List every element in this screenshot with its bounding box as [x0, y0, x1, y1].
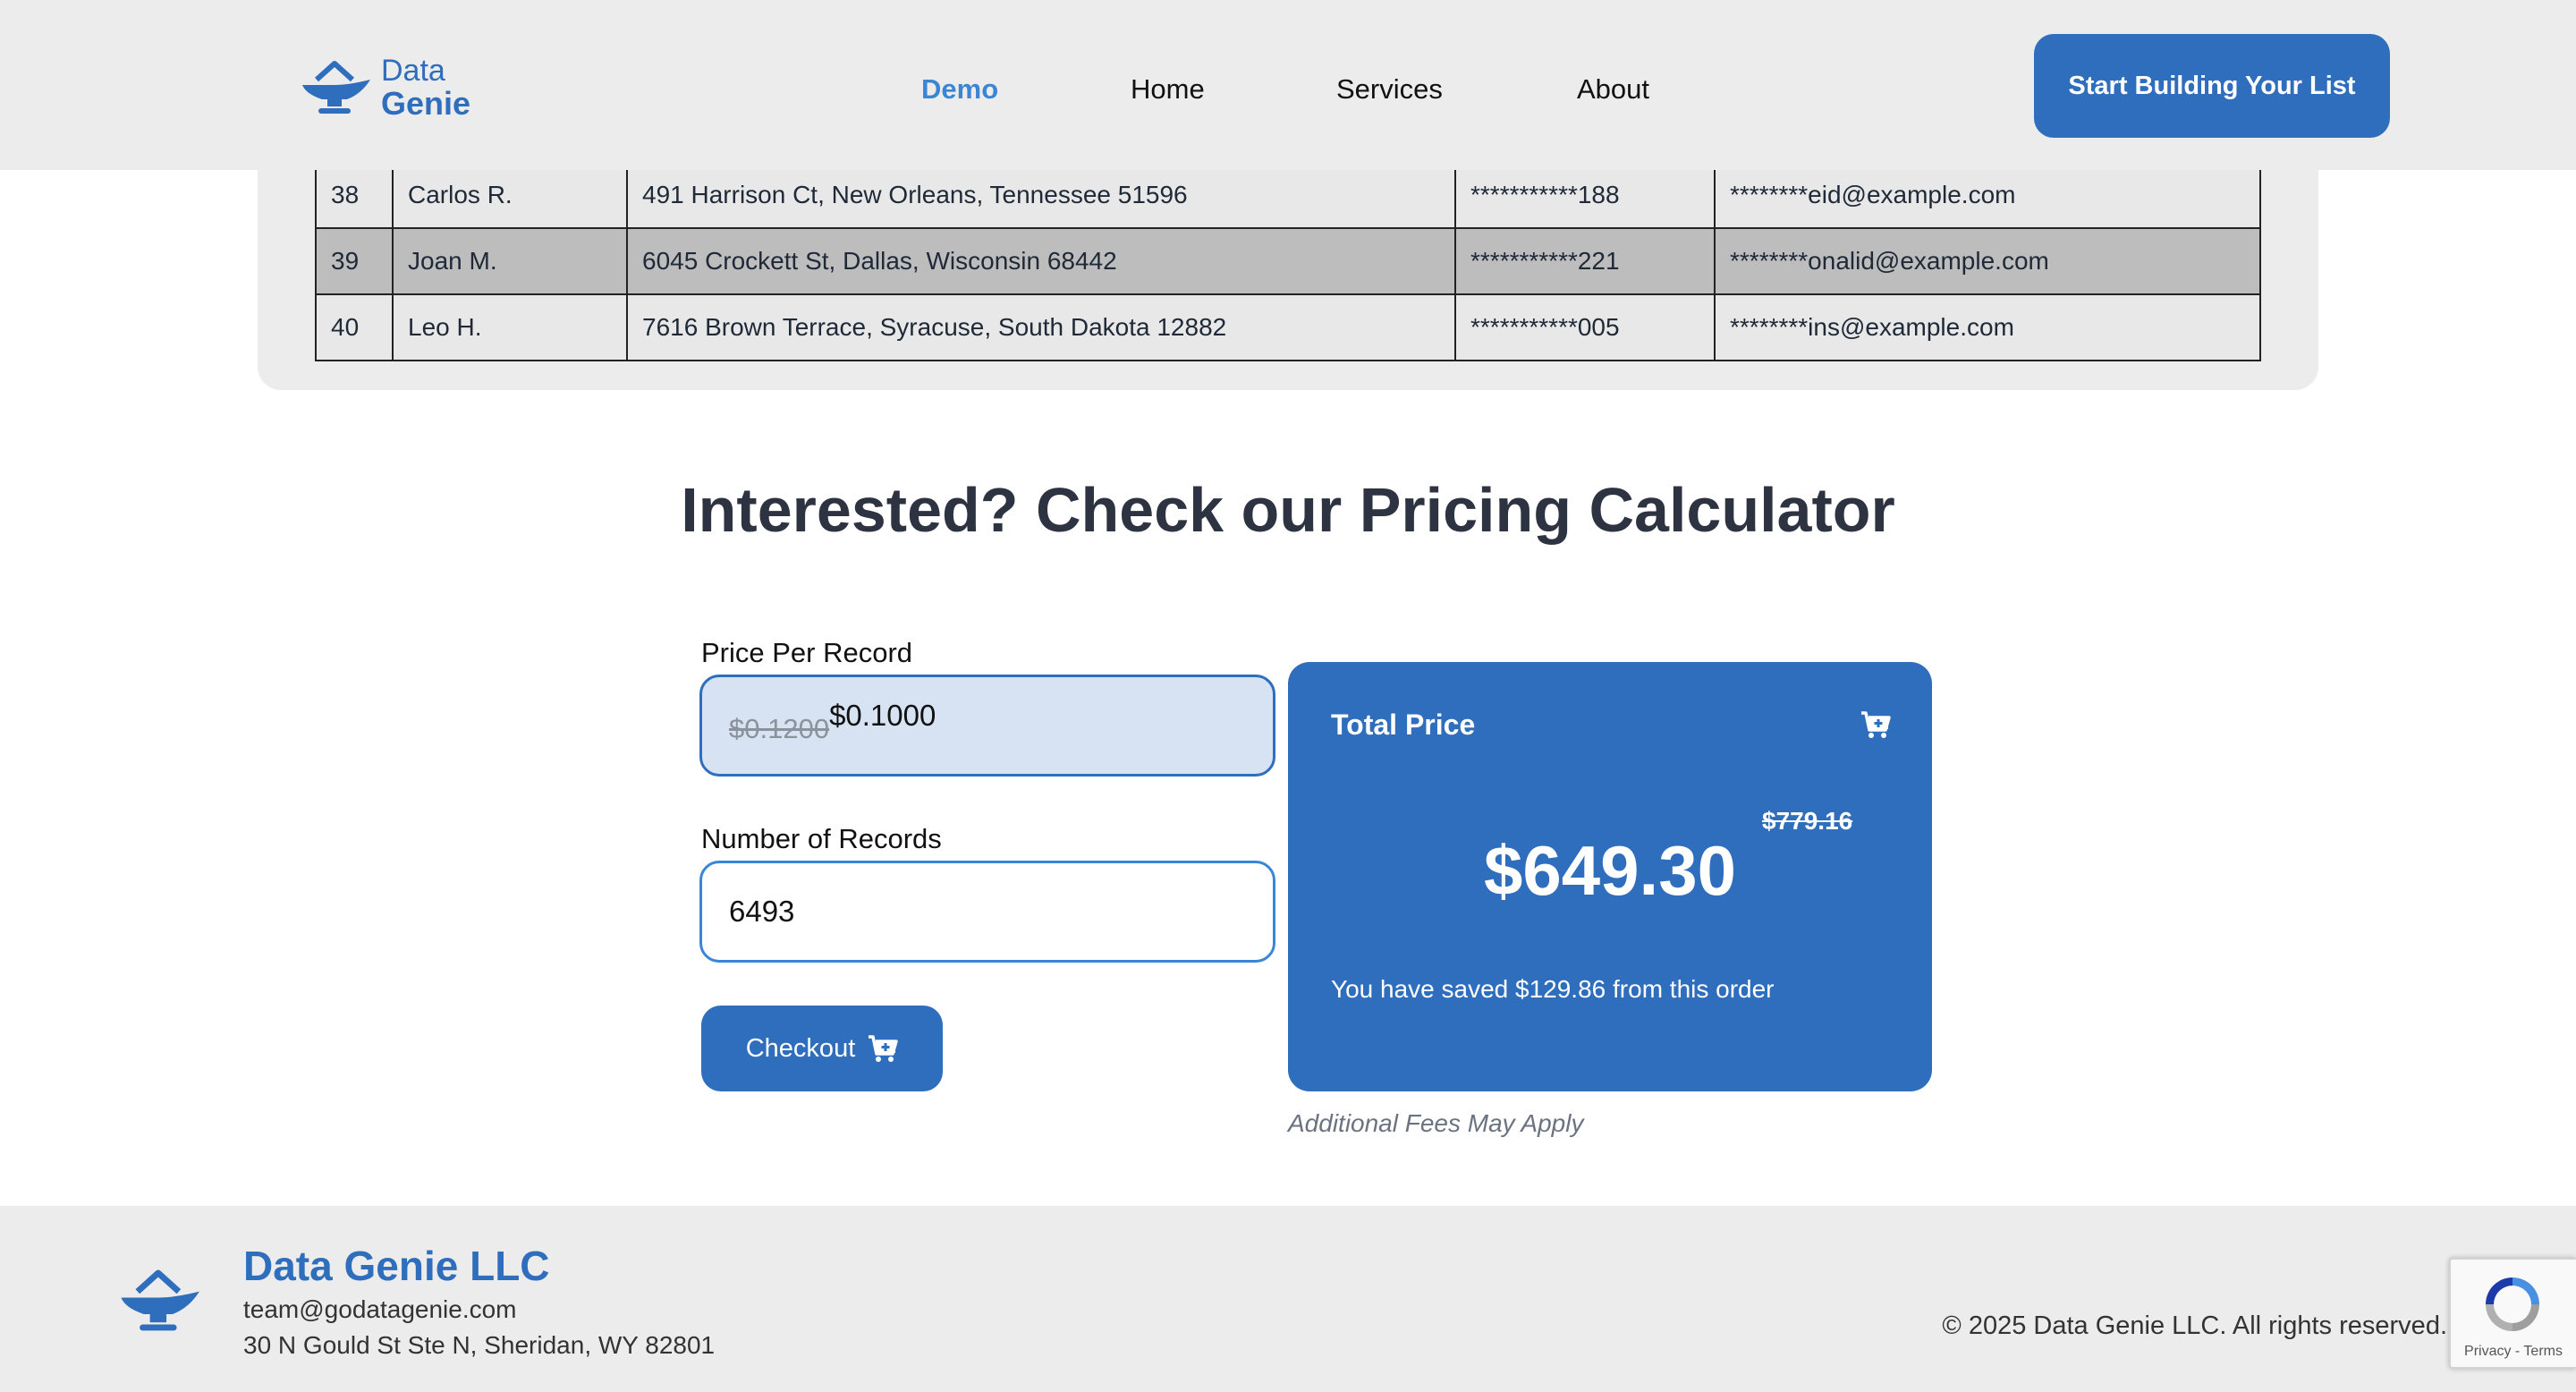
row-email-cell: ********eid@example.com [1714, 161, 2261, 229]
recaptcha-badge[interactable]: Privacy - Terms [2449, 1258, 2576, 1369]
old-price-per-record: $0.1200 [729, 713, 830, 744]
site-header: Data Genie Demo Home Services About Star… [0, 0, 2576, 170]
savings-message: You have saved $129.86 from this order [1331, 975, 1775, 1003]
nav-item-demo[interactable]: Demo [921, 73, 998, 106]
row-address-cell: 491 Harrison Ct, New Orleans, Tennessee … [626, 161, 1456, 229]
total-price-card: Total Price $779.16 $649.30 You have sav… [1288, 662, 1932, 1091]
row-id-cell: 40 [315, 293, 394, 361]
footer-email[interactable]: team@godatagenie.com [243, 1295, 517, 1324]
recaptcha-icon [2486, 1277, 2539, 1331]
row-id-cell: 39 [315, 227, 394, 295]
table-row: 38 Carlos R. 491 Harrison Ct, New Orlean… [315, 161, 2261, 229]
total-price-label: Total Price [1331, 709, 1476, 741]
footer-copyright: © 2025 Data Genie LLC. All rights reserv… [1942, 1311, 2447, 1340]
row-name-cell: Leo H. [392, 293, 628, 361]
row-phone-cell: ***********221 [1454, 227, 1716, 295]
additional-fees-note: Additional Fees May Apply [1288, 1109, 1584, 1137]
footer-address: 30 N Gould St Ste N, Sheridan, WY 82801 [243, 1331, 716, 1359]
pricing-heading: Interested? Check our Pricing Calculator [681, 475, 1895, 545]
nav-item-services[interactable]: Services [1336, 73, 1443, 106]
new-price-per-record: $0.1000 [829, 699, 936, 732]
demo-data-table: 38 Carlos R. 491 Harrison Ct, New Orlean… [315, 161, 2261, 361]
row-email-cell: ********onalid@example.com [1714, 227, 2261, 295]
price-per-record-field: $0.1200 $0.1000 [699, 675, 1275, 777]
footer-company-name: Data Genie LLC [243, 1243, 550, 1289]
row-id-cell: 38 [315, 161, 394, 229]
recaptcha-privacy-terms[interactable]: Privacy - Terms [2451, 1344, 2576, 1360]
row-phone-cell: ***********188 [1454, 161, 1716, 229]
row-address-cell: 6045 Crockett St, Dallas, Wisconsin 6844… [626, 227, 1456, 295]
row-phone-cell: ***********005 [1454, 293, 1716, 361]
nav-item-home[interactable]: Home [1131, 73, 1205, 106]
table-row: 39 Joan M. 6045 Crockett St, Dallas, Wis… [315, 227, 2261, 295]
number-of-records-label: Number of Records [701, 823, 942, 854]
demo-table-card: 38 Carlos R. 491 Harrison Ct, New Orlean… [258, 134, 2318, 390]
cart-plus-icon [869, 1035, 898, 1062]
table-row: 40 Leo H. 7616 Brown Terrace, Syracuse, … [315, 293, 2261, 361]
number-of-records-input[interactable] [699, 861, 1275, 963]
site-footer: Data Genie LLC team@godatagenie.com 30 N… [0, 1206, 2576, 1392]
new-total-price: $649.30 [1484, 831, 1736, 910]
row-name-cell: Carlos R. [392, 161, 628, 229]
row-address-cell: 7616 Brown Terrace, Syracuse, South Dako… [626, 293, 1456, 361]
start-building-list-button[interactable]: Start Building Your List [2034, 34, 2390, 138]
cart-plus-icon [1861, 711, 1891, 738]
price-per-record-label: Price Per Record [701, 637, 913, 668]
row-name-cell: Joan M. [392, 227, 628, 295]
checkout-button[interactable]: Checkout [701, 1006, 943, 1091]
checkout-button-label: Checkout [745, 1033, 856, 1063]
genie-lamp-icon [121, 1269, 199, 1331]
nav-item-about[interactable]: About [1577, 73, 1649, 106]
row-email-cell: ********ins@example.com [1714, 293, 2261, 361]
